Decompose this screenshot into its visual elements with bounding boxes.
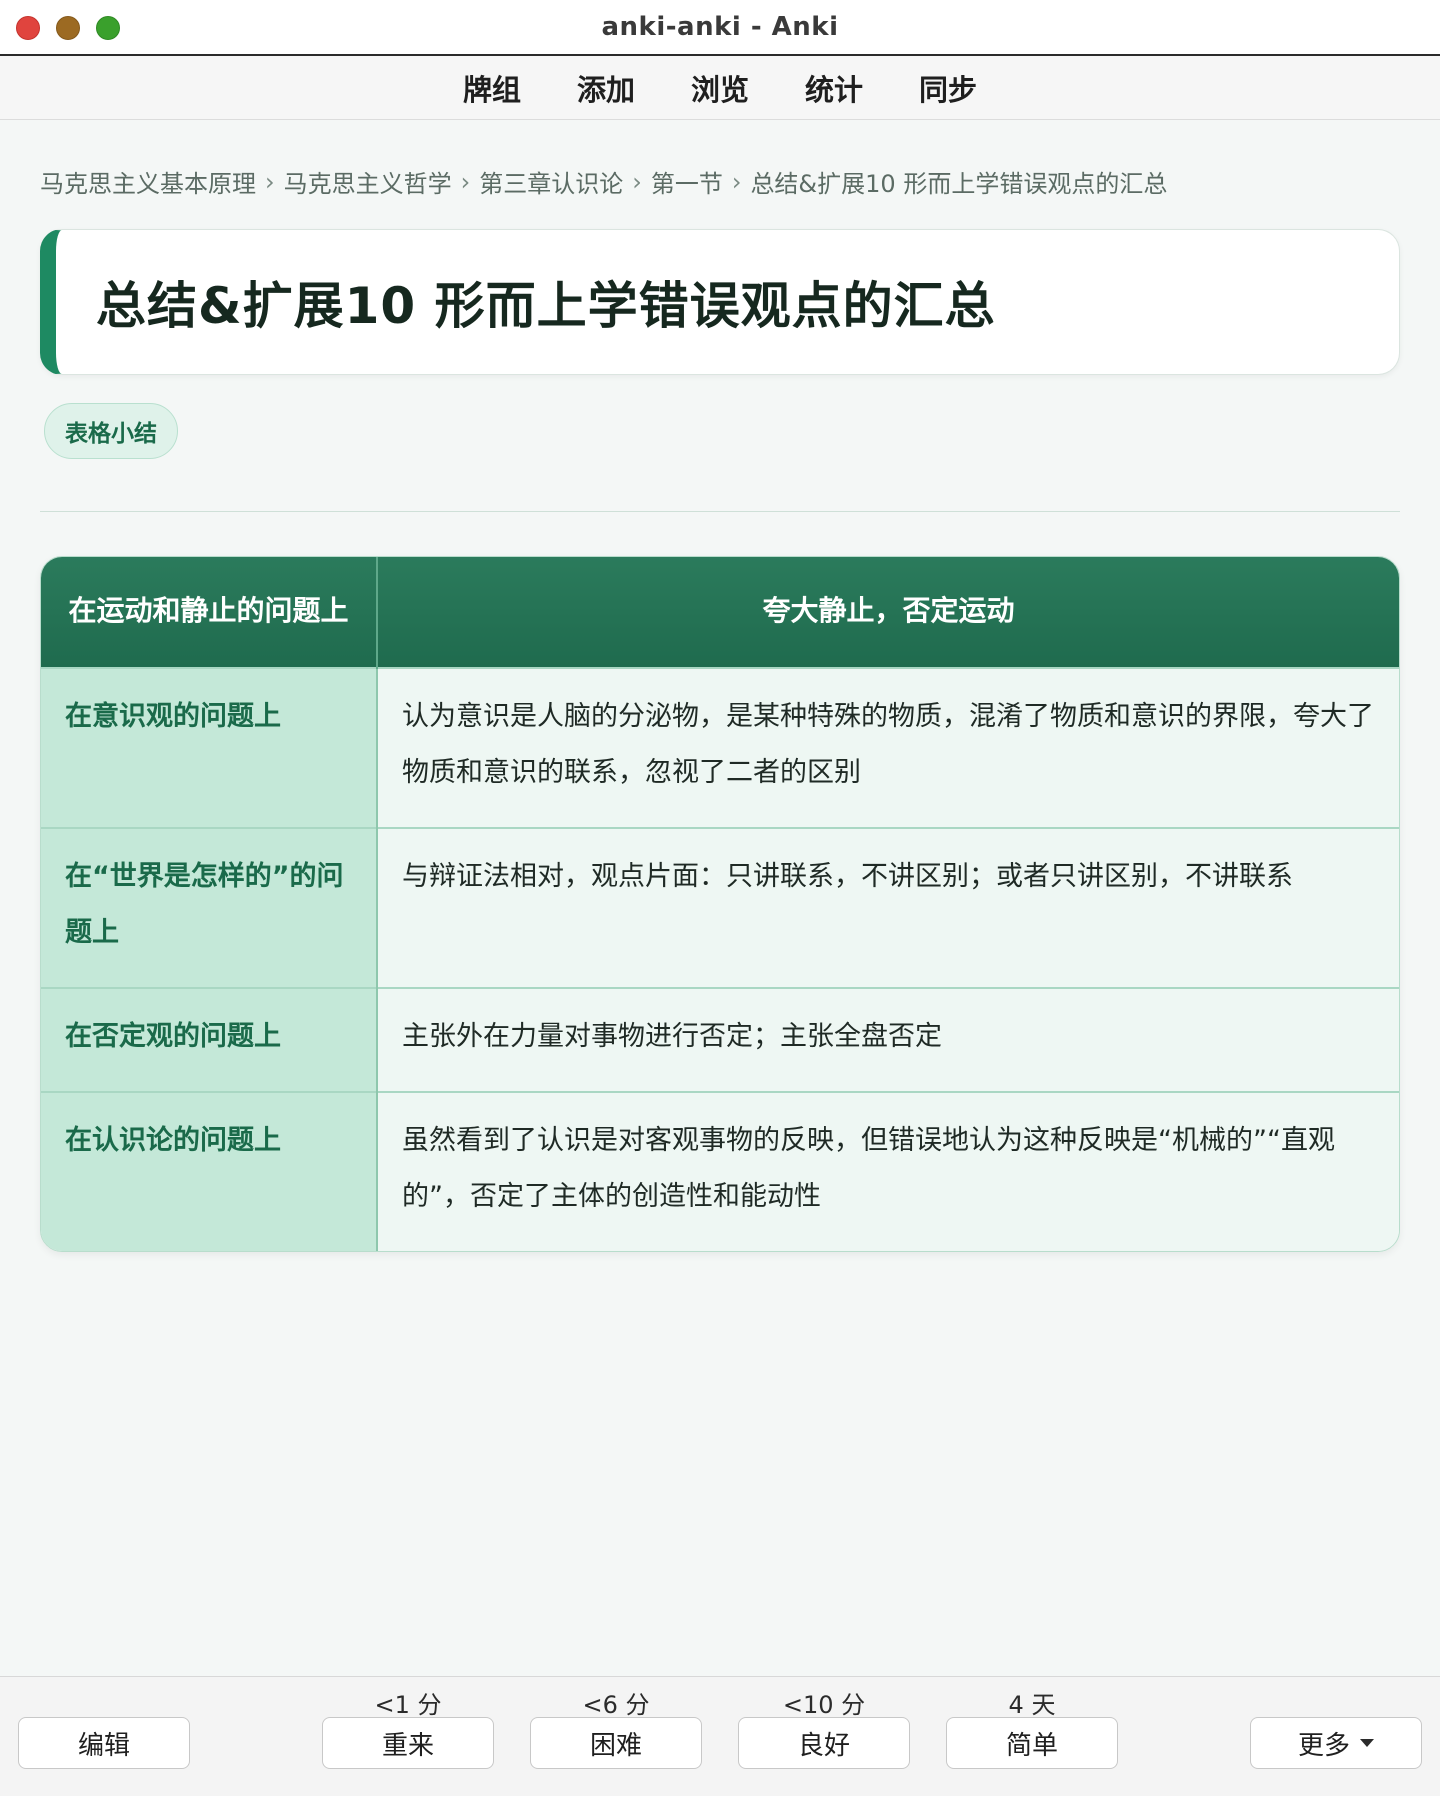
easy-button[interactable]: 简单 [946, 1717, 1118, 1769]
table-row: 在“世界是怎样的”的问题上 与辩证法相对，观点片面：只讲联系，不讲区别；或者只讲… [41, 827, 1399, 988]
table-value-cell: 主张外在力量对事物进行否定；主张全盘否定 [377, 987, 1399, 1092]
breadcrumb-item: 第一节 [650, 170, 723, 198]
divider [40, 511, 1400, 512]
again-button[interactable]: 重来 [322, 1717, 494, 1769]
table-value-cell: 虽然看到了认识是对客观事物的反映，但错误地认为这种反映是“机械的”“直观的”，否… [377, 1091, 1399, 1251]
good-button[interactable]: 良好 [738, 1717, 910, 1769]
edit-button[interactable]: 编辑 [18, 1717, 190, 1769]
interval-hard: <6 分 [582, 1691, 650, 1719]
more-button[interactable]: 更多 [1250, 1717, 1422, 1769]
breadcrumb: 马克思主义基本原理 › 马克思主义哲学 › 第三章认识论 › 第一节 › 总结&… [40, 164, 1400, 199]
table-row: 在否定观的问题上 主张外在力量对事物进行否定；主张全盘否定 [41, 987, 1399, 1092]
more-button-label: 更多 [1297, 1730, 1350, 1761]
table-key-cell: 在“世界是怎样的”的问题上 [41, 827, 378, 988]
breadcrumb-item: 马克思主义哲学 [283, 170, 452, 198]
nav-add[interactable]: 添加 [549, 67, 663, 109]
card-tag: 表格小结 [44, 403, 178, 459]
table-key-cell: 在否定观的问题上 [41, 987, 378, 1092]
interval-easy: 4 天 [1008, 1691, 1056, 1719]
nav-stats[interactable]: 统计 [777, 67, 891, 109]
title-bar: anki-anki - Anki [0, 0, 1440, 56]
answer-bar: 编辑 <1 分 重来 <6 分 困难 <10 分 良好 4 天 简单 更多 [0, 1676, 1440, 1796]
nav-browse[interactable]: 浏览 [663, 67, 777, 109]
breadcrumb-separator: › [632, 167, 642, 196]
card-title-box: 总结&扩展10 形而上学错误观点的汇总 [40, 229, 1400, 375]
table-value-cell: 与辩证法相对，观点片面：只讲联系，不讲区别；或者只讲区别，不讲联系 [377, 827, 1399, 988]
card-content: 马克思主义基本原理 › 马克思主义哲学 › 第三章认识论 › 第一节 › 总结&… [40, 120, 1400, 1252]
breadcrumb-item: 马克思主义基本原理 [40, 170, 256, 198]
window-title: anki-anki - Anki [601, 12, 839, 42]
table-key-cell: 在认识论的问题上 [41, 1091, 378, 1251]
interval-good: <10 分 [782, 1691, 866, 1719]
breadcrumb-item: 第三章认识论 [479, 170, 624, 198]
interval-again: <1 分 [374, 1691, 442, 1719]
summary-table: 在运动和静止的问题上 夸大静止，否定运动 在意识观的问题上 认为意识是人脑的分泌… [40, 556, 1400, 1252]
table-header-cell: 在运动和静止的问题上 [41, 557, 378, 668]
breadcrumb-separator: › [460, 167, 471, 196]
card-title: 总结&扩展10 形而上学错误观点的汇总 [96, 277, 996, 335]
breadcrumb-separator: › [265, 167, 275, 196]
table-row: 在意识观的问题上 认为意识是人脑的分泌物，是某种特殊的物质，混淆了物质和意识的界… [41, 667, 1399, 828]
table-value-cell: 认为意识是人脑的分泌物，是某种特殊的物质，混淆了物质和意识的界限，夸大了物质和意… [377, 667, 1399, 828]
anki-window: anki-anki - Anki 牌组 添加 浏览 统计 同步 马克思主义基本原… [0, 0, 1440, 1796]
table-row: 在认识论的问题上 虽然看到了认识是对客观事物的反映，但错误地认为这种反映是“机械… [41, 1091, 1399, 1251]
chevron-down-icon [1360, 1739, 1374, 1747]
breadcrumb-item: 总结&扩展10 形而上学错误观点的汇总 [750, 170, 1168, 198]
hard-button[interactable]: 困难 [530, 1717, 702, 1769]
top-nav: 牌组 添加 浏览 统计 同步 [0, 56, 1440, 120]
nav-sync[interactable]: 同步 [891, 67, 1005, 109]
table-header-cell: 夸大静止，否定运动 [377, 557, 1399, 668]
table-header-row: 在运动和静止的问题上 夸大静止，否定运动 [41, 557, 1399, 668]
breadcrumb-separator: › [731, 167, 742, 196]
nav-decks[interactable]: 牌组 [435, 67, 549, 109]
table-key-cell: 在意识观的问题上 [41, 667, 378, 828]
